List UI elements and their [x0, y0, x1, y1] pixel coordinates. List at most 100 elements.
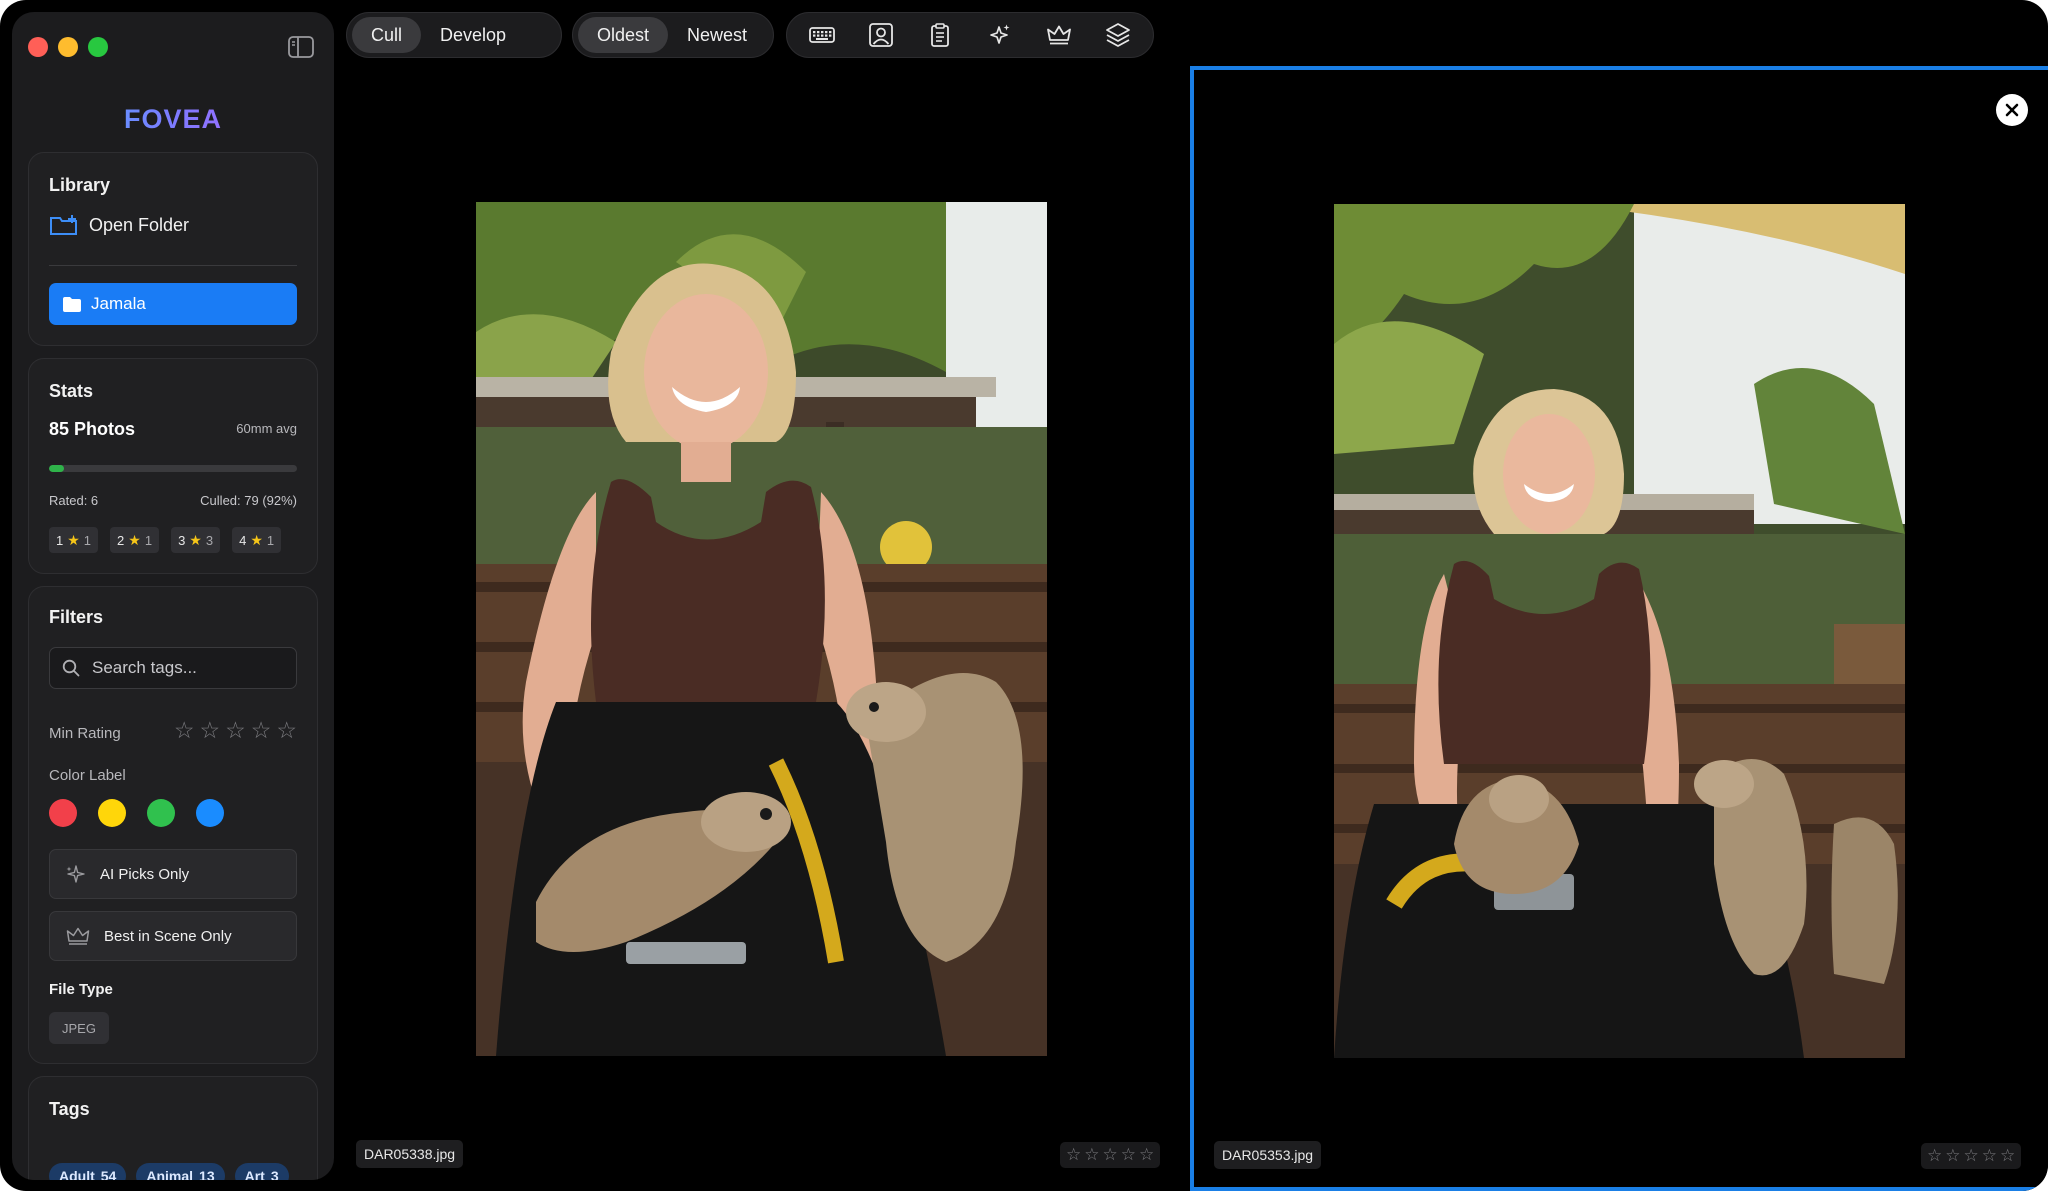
- star-icon: ★: [250, 532, 263, 549]
- folder-icon: [63, 297, 81, 312]
- rating-chip-2[interactable]: 2 ★ 1: [110, 527, 159, 553]
- color-label-red[interactable]: [49, 799, 77, 827]
- tab-develop[interactable]: Develop: [421, 17, 525, 53]
- rating-chip-1[interactable]: 1 ★ 1: [49, 527, 98, 553]
- chip-count: 1: [267, 533, 274, 548]
- best-in-scene-button[interactable]: [1043, 19, 1075, 51]
- search-input[interactable]: [92, 658, 282, 678]
- chip-count: 1: [145, 533, 152, 548]
- rating-chips: 1 ★ 1 2 ★ 1 3 ★ 3 4 ★ 1: [49, 527, 281, 553]
- stats-title: Stats: [49, 381, 93, 402]
- rate-2-star-icon[interactable]: ☆: [1084, 1145, 1099, 1165]
- color-label-green[interactable]: [147, 799, 175, 827]
- layers-icon: [1104, 21, 1132, 49]
- chip-count: 3: [206, 533, 213, 548]
- tag-list: Adult 54 Animal 13 Art 3: [49, 1163, 289, 1180]
- photo-image: [476, 202, 1047, 1056]
- zoom-window-button[interactable]: [88, 37, 108, 57]
- rating-chip-3[interactable]: 3 ★ 3: [171, 527, 220, 553]
- tag-name: Adult: [59, 1168, 95, 1180]
- rating-chip-4[interactable]: 4 ★ 1: [232, 527, 281, 553]
- star-1-icon[interactable]: ☆: [174, 719, 195, 742]
- star-icon: ★: [189, 532, 202, 549]
- tag-animal[interactable]: Animal 13: [136, 1163, 224, 1180]
- rate-4-star-icon[interactable]: ☆: [1982, 1146, 1997, 1166]
- rate-1-star-icon[interactable]: ☆: [1066, 1145, 1081, 1165]
- library-title: Library: [49, 175, 110, 196]
- sort-newest[interactable]: Newest: [668, 17, 766, 53]
- crown-icon: [1045, 21, 1073, 49]
- tag-count: 3: [271, 1168, 279, 1180]
- star-3-icon[interactable]: ☆: [225, 719, 246, 742]
- clipboard-icon: [926, 21, 954, 49]
- crown-icon: [66, 926, 90, 946]
- minimize-window-button[interactable]: [58, 37, 78, 57]
- app-logo: FOVEA: [12, 104, 334, 135]
- photo-preview[interactable]: [1334, 204, 1905, 1058]
- focal-length-avg: 60mm avg: [236, 421, 297, 436]
- photo-preview[interactable]: [476, 202, 1047, 1056]
- keyboard-icon: [808, 21, 836, 49]
- ai-picks-label: AI Picks Only: [100, 866, 189, 883]
- color-label-yellow[interactable]: [98, 799, 126, 827]
- filters-title: Filters: [49, 607, 103, 628]
- color-label-blue[interactable]: [196, 799, 224, 827]
- folder-plus-icon: [49, 213, 79, 237]
- folder-name: Jamala: [91, 294, 146, 314]
- chip-stars: 1: [56, 533, 63, 548]
- sparkles-icon: [986, 21, 1014, 49]
- close-compare-button[interactable]: [1996, 94, 2028, 126]
- layers-button[interactable]: [1102, 19, 1134, 51]
- photo-rating: ☆ ☆ ☆ ☆ ☆: [1060, 1142, 1160, 1168]
- file-type-jpeg[interactable]: JPEG: [49, 1012, 109, 1044]
- color-label-title: Color Label: [49, 767, 126, 784]
- search-icon: [62, 659, 80, 677]
- rate-5-star-icon[interactable]: ☆: [2000, 1146, 2015, 1166]
- open-folder-button[interactable]: Open Folder: [49, 213, 189, 237]
- folder-item-jamala[interactable]: Jamala: [49, 283, 297, 325]
- rate-3-star-icon[interactable]: ☆: [1103, 1145, 1118, 1165]
- star-5-icon[interactable]: ☆: [276, 719, 297, 742]
- best-in-scene-toggle[interactable]: Best in Scene Only: [49, 911, 297, 961]
- file-type-title: File Type: [49, 981, 113, 998]
- portrait-icon: [867, 21, 895, 49]
- photo-pane-left[interactable]: DAR05338.jpg ☆ ☆ ☆ ☆ ☆: [346, 66, 1176, 1186]
- chip-stars: 2: [117, 533, 124, 548]
- photo-image: [1334, 204, 1905, 1058]
- tag-count: 13: [199, 1168, 215, 1180]
- rate-2-star-icon[interactable]: ☆: [1945, 1146, 1960, 1166]
- rate-4-star-icon[interactable]: ☆: [1121, 1145, 1136, 1165]
- star-2-icon[interactable]: ☆: [200, 719, 221, 742]
- tab-cull[interactable]: Cull: [352, 17, 421, 53]
- rate-5-star-icon[interactable]: ☆: [1139, 1145, 1154, 1165]
- chip-stars: 4: [239, 533, 246, 548]
- ai-picks-toggle[interactable]: AI Picks Only: [49, 849, 297, 899]
- rate-3-star-icon[interactable]: ☆: [1964, 1146, 1979, 1166]
- min-rating-stars: ☆ ☆ ☆ ☆ ☆: [174, 719, 297, 742]
- sidebar: FOVEA Library Open Folder Jamala: [12, 12, 334, 1180]
- divider: [49, 265, 297, 266]
- mode-switcher: Cull Develop: [346, 12, 562, 58]
- sort-oldest[interactable]: Oldest: [578, 17, 668, 53]
- photo-filename: DAR05353.jpg: [1214, 1141, 1321, 1169]
- keyboard-shortcuts-button[interactable]: [806, 19, 838, 51]
- photo-pane-right-selected[interactable]: DAR05353.jpg ☆ ☆ ☆ ☆ ☆: [1190, 66, 2048, 1191]
- tag-search[interactable]: [49, 647, 297, 689]
- rate-1-star-icon[interactable]: ☆: [1927, 1146, 1942, 1166]
- face-detect-button[interactable]: [865, 19, 897, 51]
- close-window-button[interactable]: [28, 37, 48, 57]
- clipboard-button[interactable]: [924, 19, 956, 51]
- photo-rating: ☆ ☆ ☆ ☆ ☆: [1921, 1143, 2021, 1169]
- tag-art[interactable]: Art 3: [235, 1163, 289, 1180]
- sidebar-toggle-icon[interactable]: [288, 36, 314, 58]
- min-rating-label: Min Rating: [49, 725, 121, 742]
- tags-title: Tags: [49, 1099, 90, 1120]
- tag-name: Animal: [146, 1168, 193, 1180]
- tags-panel: Tags Adult 54 Animal 13 Art 3: [28, 1076, 318, 1180]
- star-4-icon[interactable]: ☆: [251, 719, 272, 742]
- stats-panel: Stats 85 Photos 60mm avg Rated: 6 Culled…: [28, 358, 318, 574]
- filters-panel: Filters Min Rating ☆ ☆ ☆ ☆ ☆ Color Label: [28, 586, 318, 1064]
- ai-picks-button[interactable]: [984, 19, 1016, 51]
- cull-progress-fill: [49, 465, 64, 472]
- tag-adult[interactable]: Adult 54: [49, 1163, 126, 1180]
